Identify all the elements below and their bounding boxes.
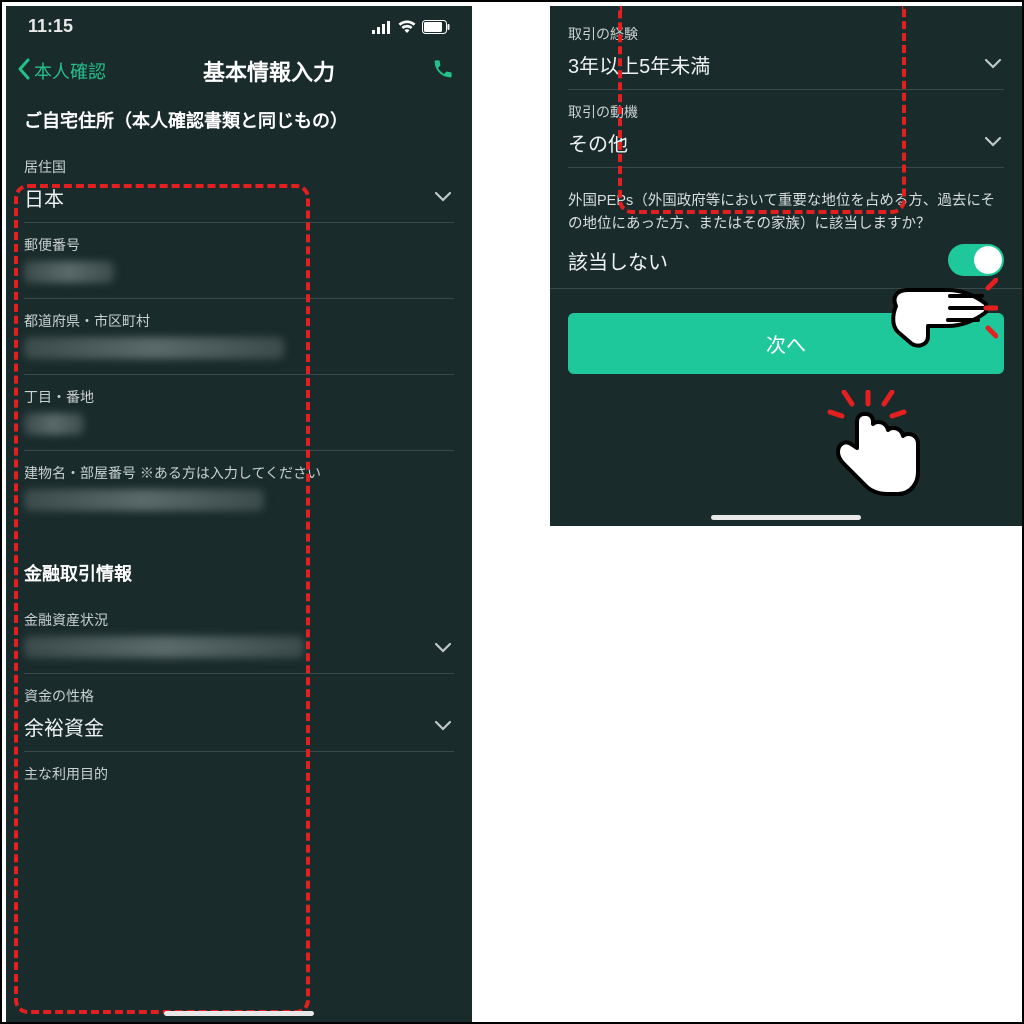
assets-field[interactable]: 金融資産状況: [24, 598, 454, 674]
block-value-redacted: [24, 413, 84, 435]
back-label: 本人確認: [34, 58, 106, 84]
prefecture-field[interactable]: 都道府県・市区町村: [24, 299, 454, 375]
nature-label: 資金の性格: [24, 686, 454, 706]
back-button[interactable]: 本人確認: [16, 58, 106, 85]
purpose-field[interactable]: 主な利用目的: [24, 752, 454, 794]
motive-field[interactable]: 取引の動機 その他: [568, 90, 1004, 168]
peps-value: 該当しない: [568, 246, 668, 275]
chevron-left-icon: [16, 58, 32, 85]
motive-value: その他: [568, 128, 1004, 157]
postal-label: 郵便番号: [24, 235, 454, 255]
trade-info-form: 取引の経験 3年以上5年未満 取引の動機 その他: [550, 6, 1022, 168]
toggle-knob: [974, 246, 1002, 274]
finance-section-heading: 金融取引情報: [24, 560, 454, 598]
assets-label: 金融資産状況: [24, 610, 454, 630]
postal-value-redacted: [24, 261, 114, 283]
country-field[interactable]: 居住国 日本: [24, 145, 454, 223]
address-form: 居住国 日本 郵便番号 都道府県・市区町村 丁目・番地 建物名・部屋番号 ※ある…: [6, 145, 472, 794]
next-button-label: 次へ: [766, 335, 806, 357]
chevron-down-icon: [984, 135, 1002, 153]
home-indicator[interactable]: [164, 1011, 314, 1016]
chevron-down-icon: [434, 641, 452, 659]
home-indicator[interactable]: [711, 515, 861, 520]
pointer-hand-tap-icon: [826, 390, 936, 510]
assets-value-redacted: [24, 636, 304, 658]
prefecture-value-redacted: [24, 337, 284, 359]
chevron-down-icon: [984, 57, 1002, 75]
status-time: 11:15: [28, 16, 73, 37]
nature-field[interactable]: 資金の性格 余裕資金: [24, 674, 454, 752]
chevron-down-icon: [434, 190, 452, 208]
right-panel: 取引の経験 3年以上5年未満 取引の動機 その他 外国PEPs（外国政府等におい…: [474, 6, 1022, 1022]
cellular-signal-icon: [372, 20, 392, 34]
motive-label: 取引の動機: [568, 102, 1004, 122]
postal-field[interactable]: 郵便番号: [24, 223, 454, 299]
nature-value: 余裕資金: [24, 712, 454, 741]
experience-label: 取引の経験: [568, 24, 1004, 44]
next-button[interactable]: 次へ: [568, 313, 1004, 374]
building-value-redacted: [24, 489, 264, 511]
building-field[interactable]: 建物名・部屋番号 ※ある方は入力してください: [24, 451, 454, 526]
battery-icon: [422, 20, 450, 34]
block-field[interactable]: 丁目・番地: [24, 375, 454, 451]
prefecture-label: 都道府県・市区町村: [24, 311, 454, 331]
purpose-label: 主な利用目的: [24, 764, 454, 784]
experience-field[interactable]: 取引の経験 3年以上5年未満: [568, 12, 1004, 90]
chevron-down-icon: [434, 719, 452, 737]
right-phone-screen: 取引の経験 3年以上5年未満 取引の動機 その他 外国PEPs（外国政府等におい…: [550, 6, 1022, 526]
peps-row: 該当しない: [550, 238, 1022, 289]
address-section-heading: ご自宅住所（本人確認書類と同じもの）: [6, 107, 472, 145]
page-title: 基本情報入力: [203, 55, 335, 87]
left-phone-screen: 11:15 本人確認 基本情報入力 ご自宅住所（本人確認書類と同じもの）: [6, 6, 472, 1022]
building-label: 建物名・部屋番号 ※ある方は入力してください: [24, 463, 454, 483]
block-label: 丁目・番地: [24, 387, 454, 407]
nav-header: 本人確認 基本情報入力: [6, 43, 472, 107]
status-bar: 11:15: [6, 6, 472, 43]
status-right: [372, 20, 450, 34]
experience-value: 3年以上5年未満: [568, 50, 1004, 79]
peps-question: 外国PEPs（外国政府等において重要な地位を占める方、過去にその地位にあった方、…: [550, 168, 1022, 238]
wifi-icon: [398, 20, 416, 34]
peps-toggle[interactable]: [948, 244, 1004, 276]
country-label: 居住国: [24, 157, 454, 177]
phone-icon[interactable]: [432, 58, 454, 85]
country-value: 日本: [24, 183, 454, 212]
